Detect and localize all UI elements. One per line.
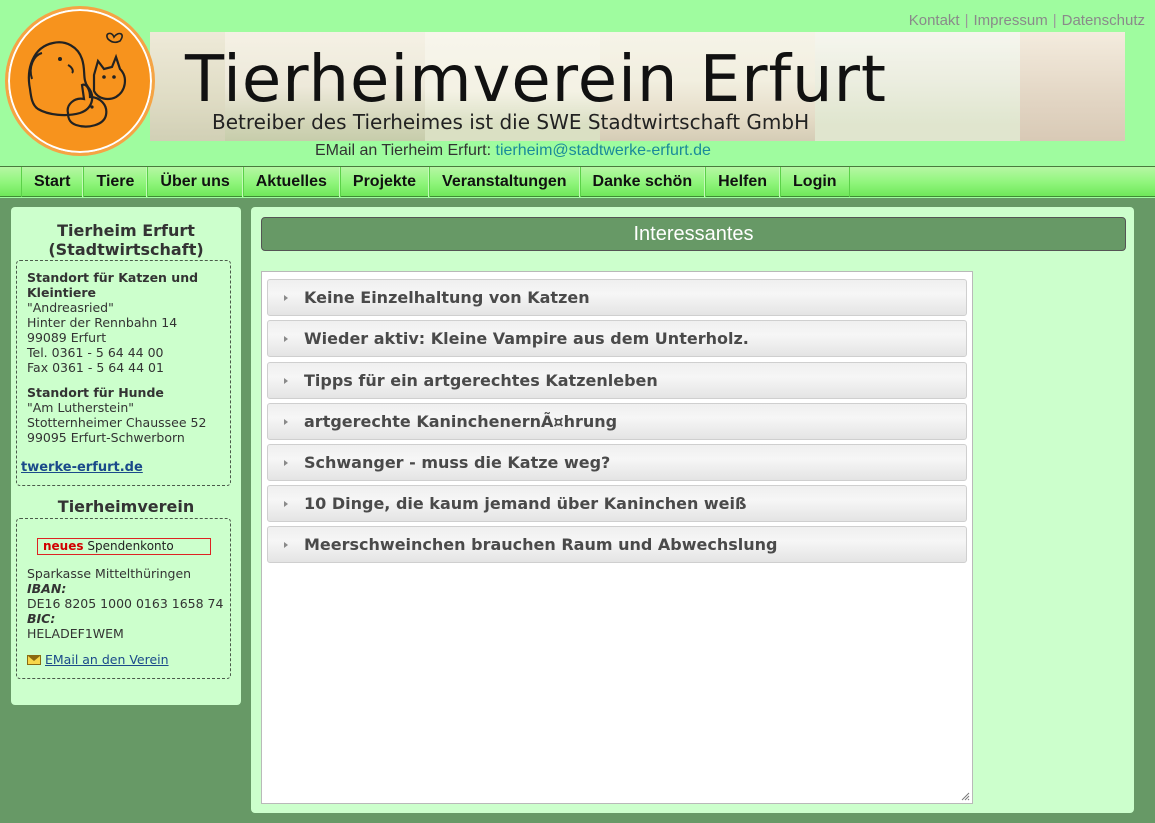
nav-item-start[interactable]: Start — [21, 167, 84, 197]
new-label: neues — [43, 539, 84, 553]
bic-label: BIC: — [27, 611, 56, 626]
donation-account-badge: neues Spendenkonto — [37, 538, 211, 555]
impressum-link[interactable]: Impressum — [974, 12, 1048, 29]
nav-label: Tiere — [96, 173, 135, 190]
fax-line: Fax 0361 - 5 64 44 01 — [27, 360, 164, 375]
cats-location: Standort für Katzen und Kleintiere "Andr… — [27, 270, 227, 375]
nav-label: Projekte — [352, 173, 417, 190]
page: Kontakt | Impressum | Datenschutz Tierheimve… — [0, 0, 1155, 823]
address-line: 99095 Erfurt-Schwerborn — [27, 430, 185, 445]
nav-item-login[interactable]: Login — [780, 167, 850, 197]
accordion-item-label: Wieder aktiv: Kleine Vampire aus dem Unt… — [304, 329, 749, 348]
content-heading: Interessantes — [261, 217, 1126, 251]
nav-label: Helfen — [718, 173, 768, 190]
accordion-item-label: Keine Einzelhaltung von Katzen — [304, 288, 590, 307]
address-box: Standort für Katzen und Kleintiere "Andr… — [16, 260, 231, 486]
address-line: "Andreasried" — [27, 300, 114, 315]
logo-icon[interactable] — [5, 6, 155, 156]
nav-item-helfen[interactable]: Helfen — [705, 167, 781, 197]
address-line: 99089 Erfurt — [27, 330, 107, 345]
email-verein-link[interactable]: EMail an den Verein — [27, 652, 169, 667]
main-area: Tierheim Erfurt (Stadtwirtschaft) Stando… — [0, 198, 1155, 823]
resize-grip-icon[interactable] — [961, 792, 970, 801]
nav-label: Danke schön — [592, 173, 693, 190]
header-email-line: EMail an Tierheim Erfurt: tierheim@stadt… — [315, 141, 711, 161]
cats-location-heading: Standort für Katzen und Kleintiere — [27, 270, 199, 300]
triangle-right-icon — [284, 500, 288, 507]
triangle-right-icon — [284, 541, 288, 548]
accordion-item[interactable]: 10 Dinge, die kaum jemand über Kaninchen… — [267, 485, 967, 522]
triangle-right-icon — [284, 294, 288, 301]
separator: | — [1052, 12, 1057, 29]
nav-label: Start — [34, 173, 71, 190]
nav-item-projekte[interactable]: Projekte — [339, 167, 430, 197]
nav-item-ueber-uns[interactable]: Über uns — [147, 167, 243, 197]
accordion-item[interactable]: Meerschweinchen brauchen Raum und Abwech… — [267, 526, 967, 563]
sidebar: Tierheim Erfurt (Stadtwirtschaft) Stando… — [11, 207, 241, 705]
bic-value: HELADEF1WEM — [27, 626, 124, 641]
accordion-item-label: Tipps für ein artgerechtes Katzenleben — [304, 371, 658, 390]
donation-box: neues Spendenkonto Sparkasse Mittelthüri… — [16, 518, 231, 679]
main-navigation: Start Tiere Über uns Aktuelles Projekte … — [0, 166, 1155, 197]
nav-item-tiere[interactable]: Tiere — [83, 167, 148, 197]
bank-details: Sparkasse Mittelthüringen IBAN: DE16 820… — [27, 566, 227, 641]
address-line: "Am Lutherstein" — [27, 400, 135, 415]
top-links: Kontakt | Impressum | Datenschutz — [909, 12, 1145, 29]
nav-item-danke-schoen[interactable]: Danke schön — [579, 167, 706, 197]
datenschutz-link[interactable]: Datenschutz — [1062, 12, 1145, 29]
email-link[interactable]: tierheim@stadtwerke-erfurt.de — [496, 142, 711, 159]
accordion-item[interactable]: Schwanger - muss die Katze weg? — [267, 444, 967, 481]
sidebar-title-line: (Stadtwirtschaft) — [48, 240, 204, 259]
separator: | — [964, 12, 969, 29]
iban-label: IBAN: — [27, 581, 67, 596]
nav-label: Login — [793, 173, 837, 190]
site-subtitle: Betreiber des Tierheimes ist die SWE Sta… — [212, 110, 810, 134]
address-line: Hinter der Rennbahn 14 — [27, 315, 178, 330]
sidebar-website-link[interactable]: twerke-erfurt.de — [21, 460, 221, 475]
content-area: Interessantes Keine Einzelhaltung von Ka… — [251, 207, 1134, 813]
dogs-location: Standort für Hunde "Am Lutherstein" Stot… — [27, 385, 227, 445]
accordion-item[interactable]: Wieder aktiv: Kleine Vampire aus dem Unt… — [267, 320, 967, 357]
accordion-item-label: Schwanger - muss die Katze weg? — [304, 453, 611, 472]
address-line: Stotternheimer Chaussee 52 — [27, 415, 207, 430]
accordion-item-label: Meerschweinchen brauchen Raum und Abwech… — [304, 535, 778, 554]
triangle-right-icon — [284, 377, 288, 384]
nav-label: Veranstaltungen — [442, 173, 567, 190]
sidebar-title-verein: Tierheimverein — [57, 497, 195, 516]
nav-item-veranstaltungen[interactable]: Veranstaltungen — [429, 167, 580, 197]
donation-label: Spendenkonto — [87, 539, 174, 553]
accordion-item-label: 10 Dinge, die kaum jemand über Kaninchen… — [304, 494, 747, 513]
triangle-right-icon — [284, 459, 288, 466]
envelope-icon — [27, 654, 41, 665]
nav-item-aktuelles[interactable]: Aktuelles — [242, 167, 340, 197]
accordion-item[interactable]: Tipps für ein artgerechtes Katzenleben — [267, 362, 967, 399]
accordion-item-label: artgerechte KaninchenernÃ¤hrung — [304, 412, 618, 431]
sidebar-title-tierheim: Tierheim Erfurt (Stadtwirtschaft) — [11, 221, 241, 259]
kontakt-link[interactable]: Kontakt — [909, 12, 960, 29]
dogs-location-heading: Standort für Hunde — [27, 385, 164, 400]
accordion-panel: Keine Einzelhaltung von Katzen Wieder ak… — [261, 271, 973, 804]
triangle-right-icon — [284, 335, 288, 342]
triangle-right-icon — [284, 418, 288, 425]
site-title: Tierheimverein Erfurt — [185, 43, 887, 117]
nav-label: Über uns — [160, 173, 230, 190]
bank-name: Sparkasse Mittelthüringen — [27, 566, 192, 581]
accordion-item[interactable]: Keine Einzelhaltung von Katzen — [267, 279, 967, 316]
phone-line: Tel. 0361 - 5 64 44 00 — [27, 345, 164, 360]
iban-value: DE16 8205 1000 0163 1658 74 — [27, 596, 224, 611]
email-verein-label: EMail an den Verein — [45, 652, 169, 667]
sidebar-title-line: Tierheim Erfurt — [57, 221, 195, 240]
email-label: EMail an Tierheim Erfurt: — [315, 142, 492, 159]
nav-label: Aktuelles — [255, 173, 327, 190]
accordion-item[interactable]: artgerechte KaninchenernÃ¤hrung — [267, 403, 967, 440]
